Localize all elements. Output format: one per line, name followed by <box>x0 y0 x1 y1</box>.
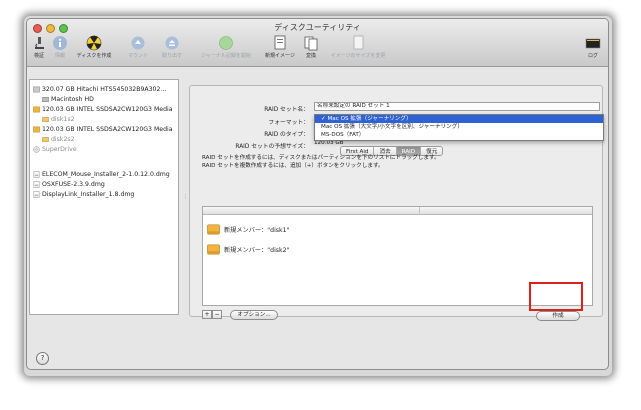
sidebar-item-label: disk1s2 <box>51 116 75 123</box>
toolbar-label: マウント <box>127 53 148 59</box>
journal-icon <box>219 36 233 50</box>
convert-icon <box>304 36 318 51</box>
disk-list-sidebar[interactable]: 320.07 GB Hitachi HTS545032B9A302... Mac… <box>29 79 179 315</box>
instruction-line: RAID セットを複数作成するには、追加（+）ボタンをクリックします。 <box>202 163 384 169</box>
highlight-annotation <box>529 282 583 311</box>
sidebar-item-volume[interactable]: disk1s2 <box>42 115 75 124</box>
sidebar-item-label: OSXFUSE-2.3.9.dmg <box>42 181 105 188</box>
new-image-icon <box>274 35 286 50</box>
disk-image-icon <box>33 191 40 198</box>
toolbar-mount-button[interactable]: マウント <box>123 35 153 65</box>
external-disk-icon <box>207 224 220 234</box>
info-icon <box>53 36 67 50</box>
sidebar-item-superdrive[interactable]: SuperDrive <box>33 145 77 154</box>
toolbar-label: ディスクを作成 <box>76 53 112 59</box>
member-label: 新規メンバー："disk2" <box>224 246 290 254</box>
toolbar-info-button[interactable]: 情報 <box>49 35 71 65</box>
remove-raid-button[interactable]: − <box>212 310 222 319</box>
toolbar-label: 取り出す <box>161 53 182 59</box>
sidebar-item-dmg[interactable]: DisplayLink_Installer_1.8.dmg <box>33 190 134 199</box>
sidebar-item-label: SuperDrive <box>42 146 77 153</box>
sidebar-item-label: ELECOM_Mouse_Installer_2-1.0.12.0.dmg <box>42 171 170 178</box>
toolbar-label: 新規イメージ <box>265 53 295 59</box>
toolbar-verify-button[interactable]: 検証 <box>29 35 49 65</box>
titlebar: ディスクユーティリティ 検証 情報 ディスクを作成 マウント 取り出す ジャーナ… <box>27 19 608 67</box>
split-view-handle-icon[interactable]: ⋮ <box>183 194 188 200</box>
toolbar-log-button[interactable]: ログ <box>583 35 603 65</box>
format-dropdown-menu[interactable]: ✓ Mac OS 拡張（ジャーナリング） Mac OS 拡張（大文字/小文字を区… <box>314 114 604 141</box>
external-disk-icon <box>207 244 220 254</box>
sidebar-item-volume[interactable]: Macintosh HD <box>42 95 94 104</box>
disk-utility-window: ディスクユーティリティ 検証 情報 ディスクを作成 マウント 取り出す ジャーナ… <box>26 18 609 370</box>
toolbar-convert-button[interactable]: 変換 <box>299 35 323 65</box>
member-label: 新規メンバー："disk1" <box>224 226 290 234</box>
toolbar-resize-image-button[interactable]: イメージのサイズを変更 <box>323 35 393 65</box>
instruction-line: RAID セットを作成するには、ディスクまたはパーティションを下のリストにドラッ… <box>202 155 440 161</box>
sidebar-item-label: 120.03 GB INTEL SSDSA2CW120G3 Media <box>42 106 173 113</box>
raid-name-input[interactable]: 名称未設定の RAID セット 1 <box>314 102 600 111</box>
add-raid-button[interactable]: + <box>202 310 212 319</box>
format-option-ms-dos[interactable]: MS-DOS（FAT） <box>315 131 603 139</box>
window-title: ディスクユーティリティ <box>274 23 361 32</box>
sidebar-item-dmg[interactable]: ELECOM_Mouse_Installer_2-1.0.12.0.dmg <box>33 170 170 179</box>
disk-image-icon <box>33 171 40 178</box>
sidebar-item-label: 120.03 GB INTEL SSDSA2CW120G3 Media <box>42 126 173 133</box>
volume-icon <box>42 137 49 142</box>
sidebar-item-label: Macintosh HD <box>51 96 94 103</box>
raid-size-label: RAID セットの予想サイズ： <box>235 144 309 150</box>
create-button[interactable]: 作成 <box>536 311 580 321</box>
raid-name-label: RAID セット名： <box>264 107 309 113</box>
sidebar-item-dmg[interactable]: OSXFUSE-2.3.9.dmg <box>33 180 105 189</box>
external-disk-icon <box>33 106 40 113</box>
external-disk-icon <box>33 126 40 133</box>
hard-disk-icon <box>33 86 40 93</box>
toolbar-label: イメージのサイズを変更 <box>330 53 386 59</box>
raid-type-label: RAID のタイプ： <box>264 132 309 138</box>
toolbar-label: 検証 <box>33 53 44 59</box>
burn-icon <box>86 35 102 51</box>
sidebar-item-disk[interactable]: 120.03 GB INTEL SSDSA2CW120G3 Media <box>33 105 173 114</box>
toolbar-burn-button[interactable]: ディスクを作成 <box>71 35 117 65</box>
list-header <box>203 207 592 215</box>
options-button[interactable]: オプション... <box>230 310 278 320</box>
sidebar-item-disk[interactable]: 320.07 GB Hitachi HTS545032B9A302... <box>33 85 166 94</box>
raid-instructions: RAID セットを作成するには、ディスクまたはパーティションを下のリストにドラッ… <box>202 154 440 170</box>
optical-disc-icon <box>33 146 40 153</box>
eject-icon <box>165 36 179 50</box>
toolbar-new-image-button[interactable]: 新規イメージ <box>260 35 300 65</box>
toolbar-eject-button[interactable]: 取り出す <box>157 35 187 65</box>
raid-member-row[interactable]: 新規メンバー："disk2" <box>207 241 289 257</box>
volume-icon <box>42 97 49 102</box>
help-button[interactable]: ? <box>36 352 49 365</box>
log-icon <box>585 38 601 49</box>
disk-image-icon <box>33 181 40 188</box>
column-divider <box>419 207 420 215</box>
mount-icon <box>131 36 145 50</box>
toolbar-label: 情報 <box>54 53 65 59</box>
screenshot-stage: ディスクユーティリティ 検証 情報 ディスクを作成 マウント 取り出す ジャーナ… <box>0 0 641 410</box>
toolbar-label: 変換 <box>305 53 316 59</box>
sidebar-item-volume[interactable]: disk2s2 <box>42 135 75 144</box>
sidebar-item-label: disk2s2 <box>51 136 75 143</box>
format-option-journaled[interactable]: ✓ Mac OS 拡張（ジャーナリング） <box>315 115 603 123</box>
sidebar-item-label: DisplayLink_Installer_1.8.dmg <box>42 191 135 198</box>
resize-image-icon <box>353 35 364 50</box>
toolbar-journal-button[interactable]: ジャーナル記録を開始 <box>191 35 261 65</box>
sidebar-item-disk[interactable]: 120.03 GB INTEL SSDSA2CW120G3 Media <box>33 125 173 134</box>
volume-icon <box>42 117 49 122</box>
format-label: フォーマット： <box>268 120 309 126</box>
format-option-case-sensitive[interactable]: Mac OS 拡張（大文字/小文字を区別、ジャーナリング） <box>315 123 603 131</box>
toolbar-label: ログ <box>587 53 598 59</box>
sidebar-item-label: 320.07 GB Hitachi HTS545032B9A302... <box>42 86 167 93</box>
raid-member-row[interactable]: 新規メンバー："disk1" <box>207 221 289 237</box>
toolbar-label: ジャーナル記録を開始 <box>201 53 251 59</box>
microscope-icon <box>35 37 44 49</box>
